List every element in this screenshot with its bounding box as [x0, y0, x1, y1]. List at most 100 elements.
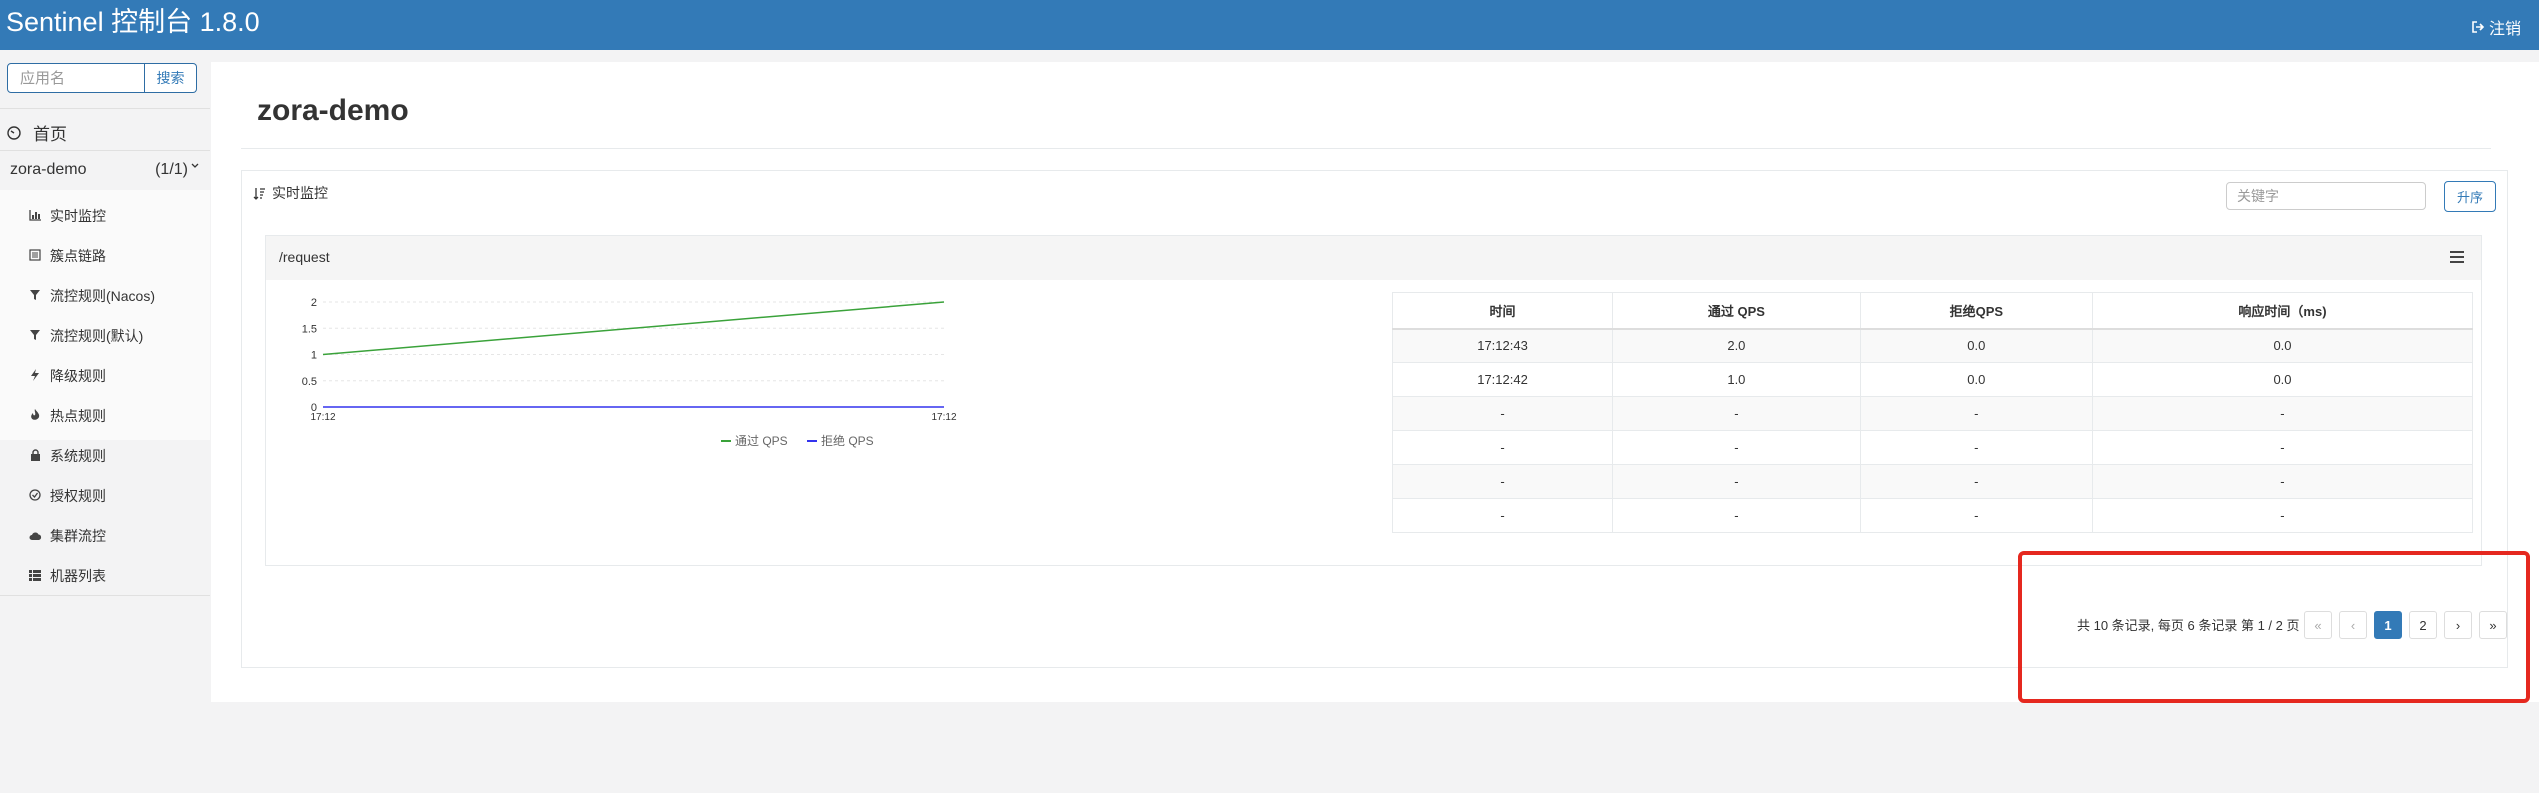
table-cell: - — [1391, 430, 1614, 465]
search-button[interactable]: 搜索 — [145, 63, 197, 93]
legend-label: 拒绝 QPS — [821, 433, 874, 448]
table-cell: - — [1859, 464, 2093, 499]
sidebar: 搜索 首页 zora-demo (1/1) 实时监控 簇点链路 流控规则(Na — [0, 50, 210, 793]
table-cell: - — [2091, 498, 2474, 533]
sidebar-item-label: 机器列表 — [50, 568, 106, 584]
sidebar-item-realtime-monitor[interactable]: 实时监控 — [28, 206, 106, 226]
filter-icon — [28, 329, 42, 344]
title-divider — [241, 148, 2491, 149]
lock-icon — [28, 448, 42, 464]
table-row: 17:12:43 2.0 0.0 0.0 — [1391, 328, 2474, 363]
table-cell: - — [1391, 498, 1614, 533]
x-tick-label: 17:12 — [931, 412, 956, 423]
app-instance-count: (1/1) — [155, 161, 188, 178]
sort-ascending-button[interactable]: 升序 — [2444, 181, 2496, 212]
keyword-search-input[interactable] — [2226, 182, 2426, 210]
x-tick-label: 17:12 — [310, 412, 335, 423]
table-cell: - — [2091, 464, 2474, 499]
table-cell: 0.0 — [2091, 328, 2474, 363]
list-icon — [28, 569, 42, 584]
sort-amount-icon — [253, 187, 265, 200]
sidebar-divider — [0, 150, 210, 151]
table-cell: - — [1391, 396, 1614, 431]
cloud-icon — [28, 529, 42, 544]
metrics-table: 时间 通过 QPS 拒绝QPS 响应时间（ms) 17:12:43 2.0 0.… — [1391, 292, 2474, 533]
y-tick-label: 2 — [311, 297, 317, 309]
resource-card-header: /request — [266, 236, 2481, 280]
sidebar-item-hotspot-rules[interactable]: 热点规则 — [28, 406, 106, 426]
table-row: - - - - — [1391, 498, 2474, 533]
sign-out-icon — [2472, 21, 2485, 33]
sidebar-item-label: 集群流控 — [50, 528, 106, 544]
app-search: 搜索 — [7, 63, 197, 93]
table-row: - - - - — [1391, 430, 2474, 465]
table-cell: 1.0 — [1612, 362, 1861, 397]
panel-heading: 实时监控 — [253, 183, 328, 203]
table-cell: - — [2091, 396, 2474, 431]
check-icon — [28, 488, 42, 504]
sidebar-divider — [0, 108, 210, 109]
legend-label: 通过 QPS — [735, 434, 788, 448]
page-title: zora-demo — [257, 94, 409, 127]
logout-button[interactable]: 注销 — [2471, 15, 2521, 39]
resource-name: /request — [279, 249, 330, 265]
sidebar-item-home[interactable]: 首页 — [7, 120, 67, 145]
y-tick-label: 1.5 — [302, 323, 317, 335]
chevron-down-icon — [191, 163, 199, 168]
table-cell: - — [1391, 464, 1614, 499]
table-cell: - — [1612, 498, 1861, 533]
table-cell: - — [1859, 430, 2093, 465]
sidebar-item-system-rules[interactable]: 系统规则 — [28, 446, 106, 466]
brand-title[interactable]: Sentinel 控制台 1.8.0 — [6, 7, 260, 37]
table-cell: 0.0 — [1859, 328, 2093, 363]
panel-title: 实时监控 — [272, 185, 328, 201]
fire-icon — [28, 408, 42, 424]
sidebar-item-cluster-point-link[interactable]: 簇点链路 — [28, 246, 106, 266]
sidebar-item-label: 实时监控 — [50, 208, 106, 224]
table-cell: - — [1612, 396, 1861, 431]
sidebar-item-label: 热点规则 — [50, 408, 106, 424]
dashboard-icon — [7, 125, 21, 140]
column-header-rt[interactable]: 响应时间（ms) — [2091, 292, 2474, 330]
menu-icon[interactable] — [2450, 251, 2464, 263]
sidebar-item-label: 授权规则 — [50, 488, 106, 504]
table-row: - - - - — [1391, 396, 2474, 431]
app-name: zora-demo — [10, 161, 87, 178]
table-row: 17:12:42 1.0 0.0 0.0 — [1391, 362, 2474, 397]
app-search-input[interactable] — [7, 63, 145, 93]
app-group-toggle[interactable]: zora-demo (1/1) — [10, 161, 200, 179]
top-navbar: Sentinel 控制台 1.8.0 注销 — [0, 0, 2539, 50]
table-cell: - — [2091, 430, 2474, 465]
sidebar-item-cluster-flow[interactable]: 集群流控 — [28, 526, 106, 546]
table-cell: 0.0 — [2091, 362, 2474, 397]
y-tick-label: 1 — [311, 350, 317, 362]
sidebar-item-label: 降级规则 — [50, 368, 106, 384]
sidebar-item-label: 系统规则 — [50, 448, 106, 464]
column-header-block-qps[interactable]: 拒绝QPS — [1859, 292, 2093, 330]
table-header-row: 时间 通过 QPS 拒绝QPS 响应时间（ms) — [1391, 292, 2474, 330]
sidebar-item-flow-rules-nacos[interactable]: 流控规则(Nacos) — [28, 286, 155, 306]
sidebar-submenu-bg — [0, 190, 210, 440]
table-cell: 0.0 — [1859, 362, 2093, 397]
resource-card: /request 0 0.5 1 1.5 2 17:12 17:12 通过 QPS 拒绝 QPS… — [265, 235, 2482, 566]
column-header-time[interactable]: 时间 — [1391, 292, 1614, 330]
home-label: 首页 — [33, 125, 67, 144]
table-cell: - — [1612, 430, 1861, 465]
sidebar-item-machine-list[interactable]: 机器列表 — [28, 566, 106, 586]
sidebar-item-label: 流控规则(Nacos) — [50, 288, 156, 304]
logout-label: 注销 — [2488, 21, 2521, 38]
list-alt-icon — [28, 248, 42, 264]
table-cell: - — [1612, 464, 1861, 499]
sidebar-item-flow-rules-default[interactable]: 流控规则(默认) — [28, 326, 143, 346]
sidebar-item-label: 簇点链路 — [50, 248, 106, 264]
table-cell: 2.0 — [1612, 328, 1861, 363]
table-cell: 17:12:42 — [1391, 362, 1614, 397]
column-header-pass-qps[interactable]: 通过 QPS — [1612, 292, 1861, 330]
highlight-annotation-box — [2018, 551, 2530, 703]
sidebar-item-degrade-rules[interactable]: 降级规则 — [28, 366, 106, 386]
chart-svg: 00.511.5217:12 17:12通过 QPS 拒绝 QPS — [302, 297, 957, 448]
table-cell: - — [1859, 396, 2093, 431]
filter-icon — [28, 289, 42, 304]
sidebar-item-auth-rules[interactable]: 授权规则 — [28, 486, 106, 506]
series-line — [322, 301, 945, 356]
